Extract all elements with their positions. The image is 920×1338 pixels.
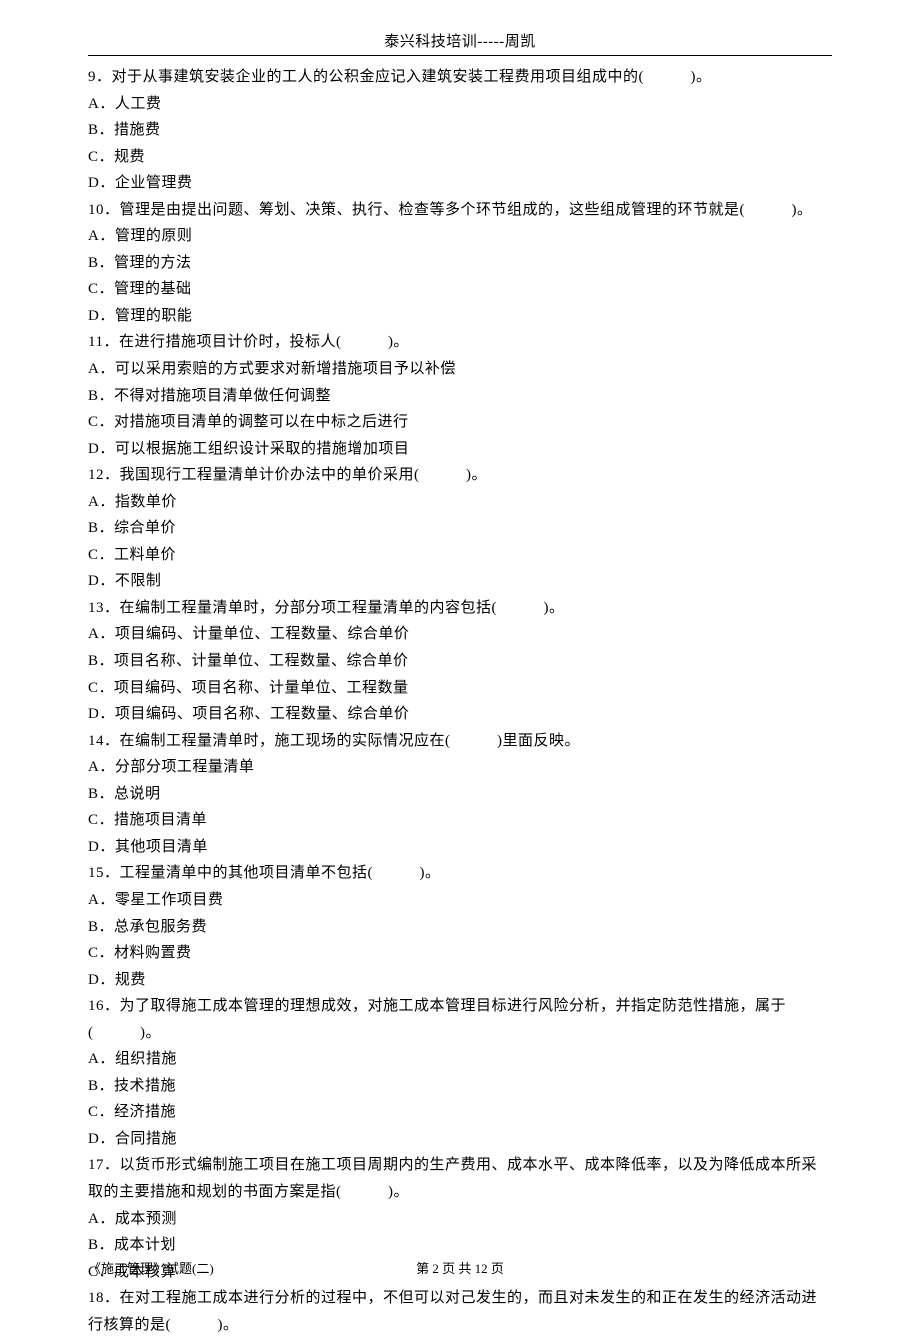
option: D．管理的职能 [88,303,832,330]
option: C．项目编码、项目名称、计量单位、工程数量 [88,675,832,702]
option: A．人工费 [88,91,832,118]
footer-center: 第 2 页 共 12 页 [88,1258,832,1277]
option: D．其他项目清单 [88,834,832,861]
option: C．材料购置费 [88,940,832,967]
option: C．工料单价 [88,542,832,569]
question-11: 11．在进行措施项目计价时，投标人( )。 [88,329,832,356]
question-16: 16．为了取得施工成本管理的理想成效，对施工成本管理目标进行风险分析，并指定防范… [88,993,832,1046]
option: B．总承包服务费 [88,914,832,941]
option: A．指数单价 [88,489,832,516]
option: B．总说明 [88,781,832,808]
question-18: 18．在对工程施工成本进行分析的过程中，不但可以对己发生的，而且对未发生的和正在… [88,1285,832,1338]
option: B．项目名称、计量单位、工程数量、综合单价 [88,648,832,675]
option: C．对措施项目清单的调整可以在中标之后进行 [88,409,832,436]
question-14: 14．在编制工程量清单时，施工现场的实际情况应在( )里面反映。 [88,728,832,755]
option: A．管理的原则 [88,223,832,250]
option: D．规费 [88,967,832,994]
question-15: 15．工程量清单中的其他项目清单不包括( )。 [88,860,832,887]
option: A．组织措施 [88,1046,832,1073]
question-17: 17．以货币形式编制施工项目在施工项目周期内的生产费用、成本水平、成本降低率，以… [88,1152,832,1205]
option: D．企业管理费 [88,170,832,197]
option: B．管理的方法 [88,250,832,277]
question-13: 13．在编制工程量清单时，分部分项工程量清单的内容包括( )。 [88,595,832,622]
option: D．项目编码、项目名称、工程数量、综合单价 [88,701,832,728]
option: B．成本计划 [88,1232,832,1259]
option: D．合同措施 [88,1126,832,1153]
option: B．综合单价 [88,515,832,542]
option: C．经济措施 [88,1099,832,1126]
page-header: 泰兴科技培训-----周凯 [88,30,832,56]
option: C．管理的基础 [88,276,832,303]
content-body: 9．对于从事建筑安装企业的工人的公积金应记入建筑安装工程费用项目组成中的( )。… [88,64,832,1338]
option: A．零星工作项目费 [88,887,832,914]
option: A．分部分项工程量清单 [88,754,832,781]
option: B．技术措施 [88,1073,832,1100]
page-footer: 《施工管理》试题(二) 第 2 页 共 12 页 [88,1258,832,1277]
option: C．规费 [88,144,832,171]
option: D．不限制 [88,568,832,595]
question-10: 10．管理是由提出问题、筹划、决策、执行、检查等多个环节组成的，这些组成管理的环… [88,197,832,224]
question-9: 9．对于从事建筑安装企业的工人的公积金应记入建筑安装工程费用项目组成中的( )。 [88,64,832,91]
option: D．可以根据施工组织设计采取的措施增加项目 [88,436,832,463]
option: B．措施费 [88,117,832,144]
option: A．可以采用索赔的方式要求对新增措施项目予以补偿 [88,356,832,383]
option: A．项目编码、计量单位、工程数量、综合单价 [88,621,832,648]
option: B．不得对措施项目清单做任何调整 [88,383,832,410]
option: A．成本预测 [88,1206,832,1233]
question-12: 12．我国现行工程量清单计价办法中的单价采用( )。 [88,462,832,489]
option: C．措施项目清单 [88,807,832,834]
